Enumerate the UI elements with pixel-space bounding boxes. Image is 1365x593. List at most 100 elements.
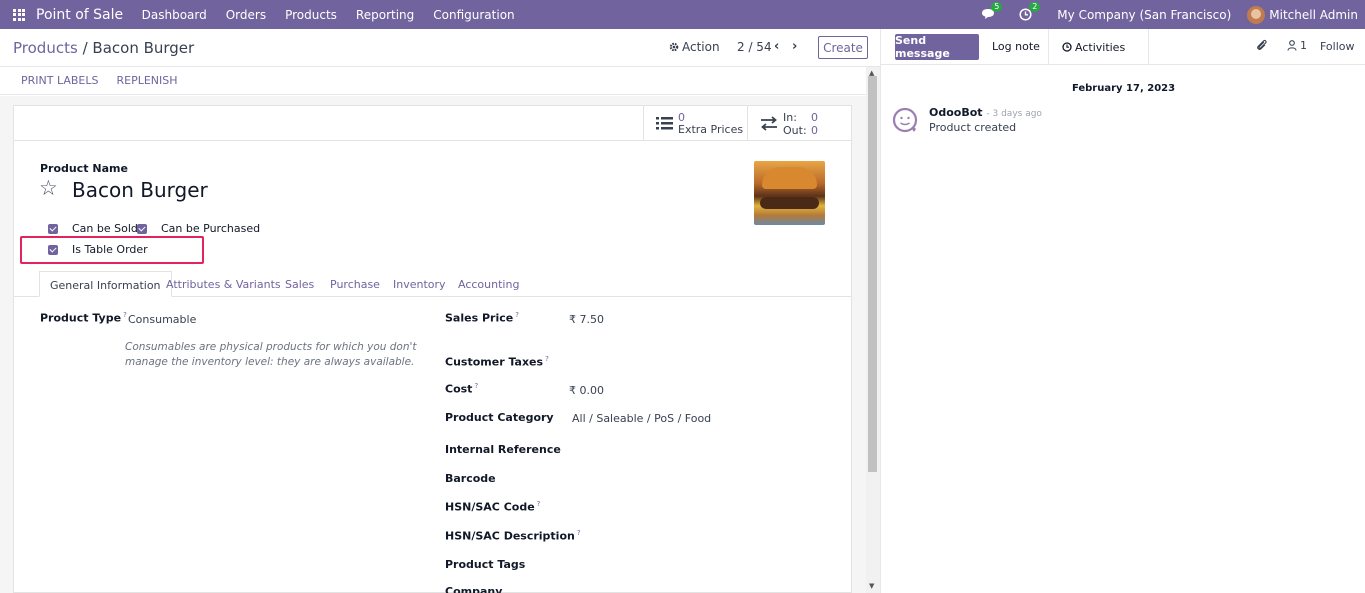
action-button[interactable]: Action xyxy=(669,40,720,54)
log-note-button[interactable]: Log note xyxy=(992,40,1040,53)
barcode-label: Barcode xyxy=(445,472,496,485)
breadcrumb-separator: / xyxy=(82,39,88,57)
user-avatar[interactable] xyxy=(1247,5,1266,24)
apps-menu-icon[interactable] xyxy=(13,8,25,21)
print-labels-button[interactable]: PRINT LABELS xyxy=(21,74,98,87)
tab-attributes-variants[interactable]: Attributes & Variants xyxy=(166,278,281,291)
menu-products[interactable]: Products xyxy=(285,8,337,22)
product-type-select[interactable]: Consumable xyxy=(128,313,196,326)
extra-prices-button[interactable]: 0 Extra Prices xyxy=(643,106,747,140)
menu-reporting[interactable]: Reporting xyxy=(356,8,414,22)
product-category-field[interactable]: All / Saleable / PoS / Food xyxy=(572,412,711,425)
can-be-purchased-checkbox[interactable] xyxy=(137,223,147,234)
help-tooltip-icon[interactable]: ? xyxy=(474,382,478,390)
form-sheet: 0 Extra Prices In: 0 Out: 0 Product Name… xyxy=(13,105,852,593)
cost-label: Cost? xyxy=(445,382,479,396)
breadcrumb-products[interactable]: Products xyxy=(13,39,78,57)
extra-prices-label: Extra Prices xyxy=(678,123,744,136)
product-tags-label: Product Tags xyxy=(445,558,526,571)
tab-accounting[interactable]: Accounting xyxy=(458,278,519,291)
customer-taxes-label: Customer Taxes? xyxy=(445,355,549,369)
help-tooltip-icon[interactable]: ? xyxy=(537,500,541,508)
messages-icon[interactable]: 5 xyxy=(981,1,1003,22)
tab-general-information[interactable]: General Information xyxy=(39,271,172,297)
message-body: Product created xyxy=(929,121,1017,134)
activities-badge: 2 xyxy=(1029,1,1041,12)
can-be-sold-checkbox-row[interactable]: Can be Sold xyxy=(48,222,138,235)
message-time: - 3 days ago xyxy=(986,109,1042,119)
help-tooltip-icon[interactable]: ? xyxy=(515,311,519,319)
author-name[interactable]: OdooBot xyxy=(929,106,983,119)
gear-icon xyxy=(669,42,679,52)
tab-purchase[interactable]: Purchase xyxy=(330,278,380,291)
followers-count: 1 xyxy=(1300,39,1307,52)
create-button[interactable]: Create xyxy=(818,36,868,59)
tab-inventory[interactable]: Inventory xyxy=(393,278,446,291)
message-date-separator: February 17, 2023 xyxy=(1071,83,1176,94)
activities-clock-icon[interactable]: 2 xyxy=(1019,1,1041,22)
send-message-button[interactable]: Send message xyxy=(895,34,979,60)
chatter-topbar: Send message Log note Activities 1 Follo… xyxy=(881,29,1365,65)
company-switcher[interactable]: My Company (San Francisco) xyxy=(1057,8,1231,22)
out-label: Out: xyxy=(783,124,807,137)
pager-next-icon[interactable]: › xyxy=(792,39,797,54)
control-panel: Products / Bacon Burger Action 2 / 54 ‹ … xyxy=(0,29,880,67)
favorite-star-icon[interactable]: ☆ xyxy=(39,176,58,200)
company-label: Company xyxy=(445,585,503,593)
scroll-up-icon[interactable]: ▲ xyxy=(869,69,874,77)
product-name-field[interactable]: Bacon Burger xyxy=(72,178,208,202)
product-type-help: Consumables are physical products for wh… xyxy=(125,341,417,368)
can-be-purchased-label: Can be Purchased xyxy=(161,222,261,235)
messages-badge: 5 xyxy=(991,1,1003,12)
exchange-arrows-icon xyxy=(761,116,777,131)
in-label: In: xyxy=(783,111,797,124)
user-icon xyxy=(1287,40,1297,51)
smart-button-box: 0 Extra Prices In: 0 Out: 0 xyxy=(14,106,851,141)
odoobot-avatar xyxy=(892,107,918,133)
form-statusbar: PRINT LABELS REPLENISH xyxy=(0,67,866,95)
user-menu[interactable]: Mitchell Admin xyxy=(1269,8,1358,22)
replenish-button[interactable]: REPLENISH xyxy=(116,74,177,87)
list-icon xyxy=(656,117,673,130)
breadcrumb: Products / Bacon Burger xyxy=(13,39,194,57)
out-value: 0 xyxy=(811,124,818,137)
internal-reference-label: Internal Reference xyxy=(445,443,561,456)
can-be-sold-label: Can be Sold xyxy=(72,222,138,235)
breadcrumb-current: Bacon Burger xyxy=(92,39,195,57)
paperclip-icon[interactable] xyxy=(1256,39,1268,52)
notebook-tabs: General Information Attributes & Variant… xyxy=(14,271,851,297)
clock-icon xyxy=(1062,42,1072,52)
product-category-label: Product Category xyxy=(445,411,554,424)
pager-value[interactable]: 2 / 54 xyxy=(737,40,772,54)
app-name[interactable]: Point of Sale xyxy=(36,7,123,23)
followers-button[interactable]: 1 xyxy=(1287,39,1307,52)
form-scrollbar-thumb[interactable] xyxy=(868,76,877,472)
scroll-down-icon[interactable]: ▼ xyxy=(869,582,874,590)
in-value: 0 xyxy=(811,111,818,124)
product-image[interactable] xyxy=(754,161,825,225)
sales-price-field[interactable]: ₹ 7.50 xyxy=(569,313,604,326)
cost-field[interactable]: ₹ 0.00 xyxy=(569,384,604,397)
pager-previous-icon[interactable]: ‹ xyxy=(774,39,779,54)
can-be-sold-checkbox[interactable] xyxy=(48,223,58,234)
menu-dashboard[interactable]: Dashboard xyxy=(142,8,207,22)
can-be-purchased-checkbox-row[interactable]: Can be Purchased xyxy=(137,222,260,235)
menu-orders[interactable]: Orders xyxy=(226,8,266,22)
follow-button[interactable]: Follow xyxy=(1320,40,1355,53)
hsn-sac-code-label: HSN/SAC Code? xyxy=(445,500,541,514)
menu-configuration[interactable]: Configuration xyxy=(433,8,514,22)
activities-button[interactable]: Activities xyxy=(1048,29,1149,65)
message-author: OdooBot - 3 days ago xyxy=(929,106,1042,119)
help-tooltip-icon[interactable]: ? xyxy=(123,311,127,319)
product-type-label: Product Type? xyxy=(40,311,127,325)
top-navbar: Point of Sale Dashboard Orders Products … xyxy=(0,0,1365,29)
activities-label: Activities xyxy=(1075,40,1126,54)
product-name-label: Product Name xyxy=(40,162,128,175)
help-tooltip-icon[interactable]: ? xyxy=(545,355,549,363)
hsn-sac-description-label: HSN/SAC Description? xyxy=(445,529,581,543)
tab-sales[interactable]: Sales xyxy=(285,278,314,291)
help-tooltip-icon[interactable]: ? xyxy=(577,529,581,537)
in-out-moves-button[interactable]: In: 0 Out: 0 xyxy=(747,106,851,140)
highlight-box xyxy=(20,236,204,264)
chatter-panel: Send message Log note Activities 1 Follo… xyxy=(880,29,1365,593)
